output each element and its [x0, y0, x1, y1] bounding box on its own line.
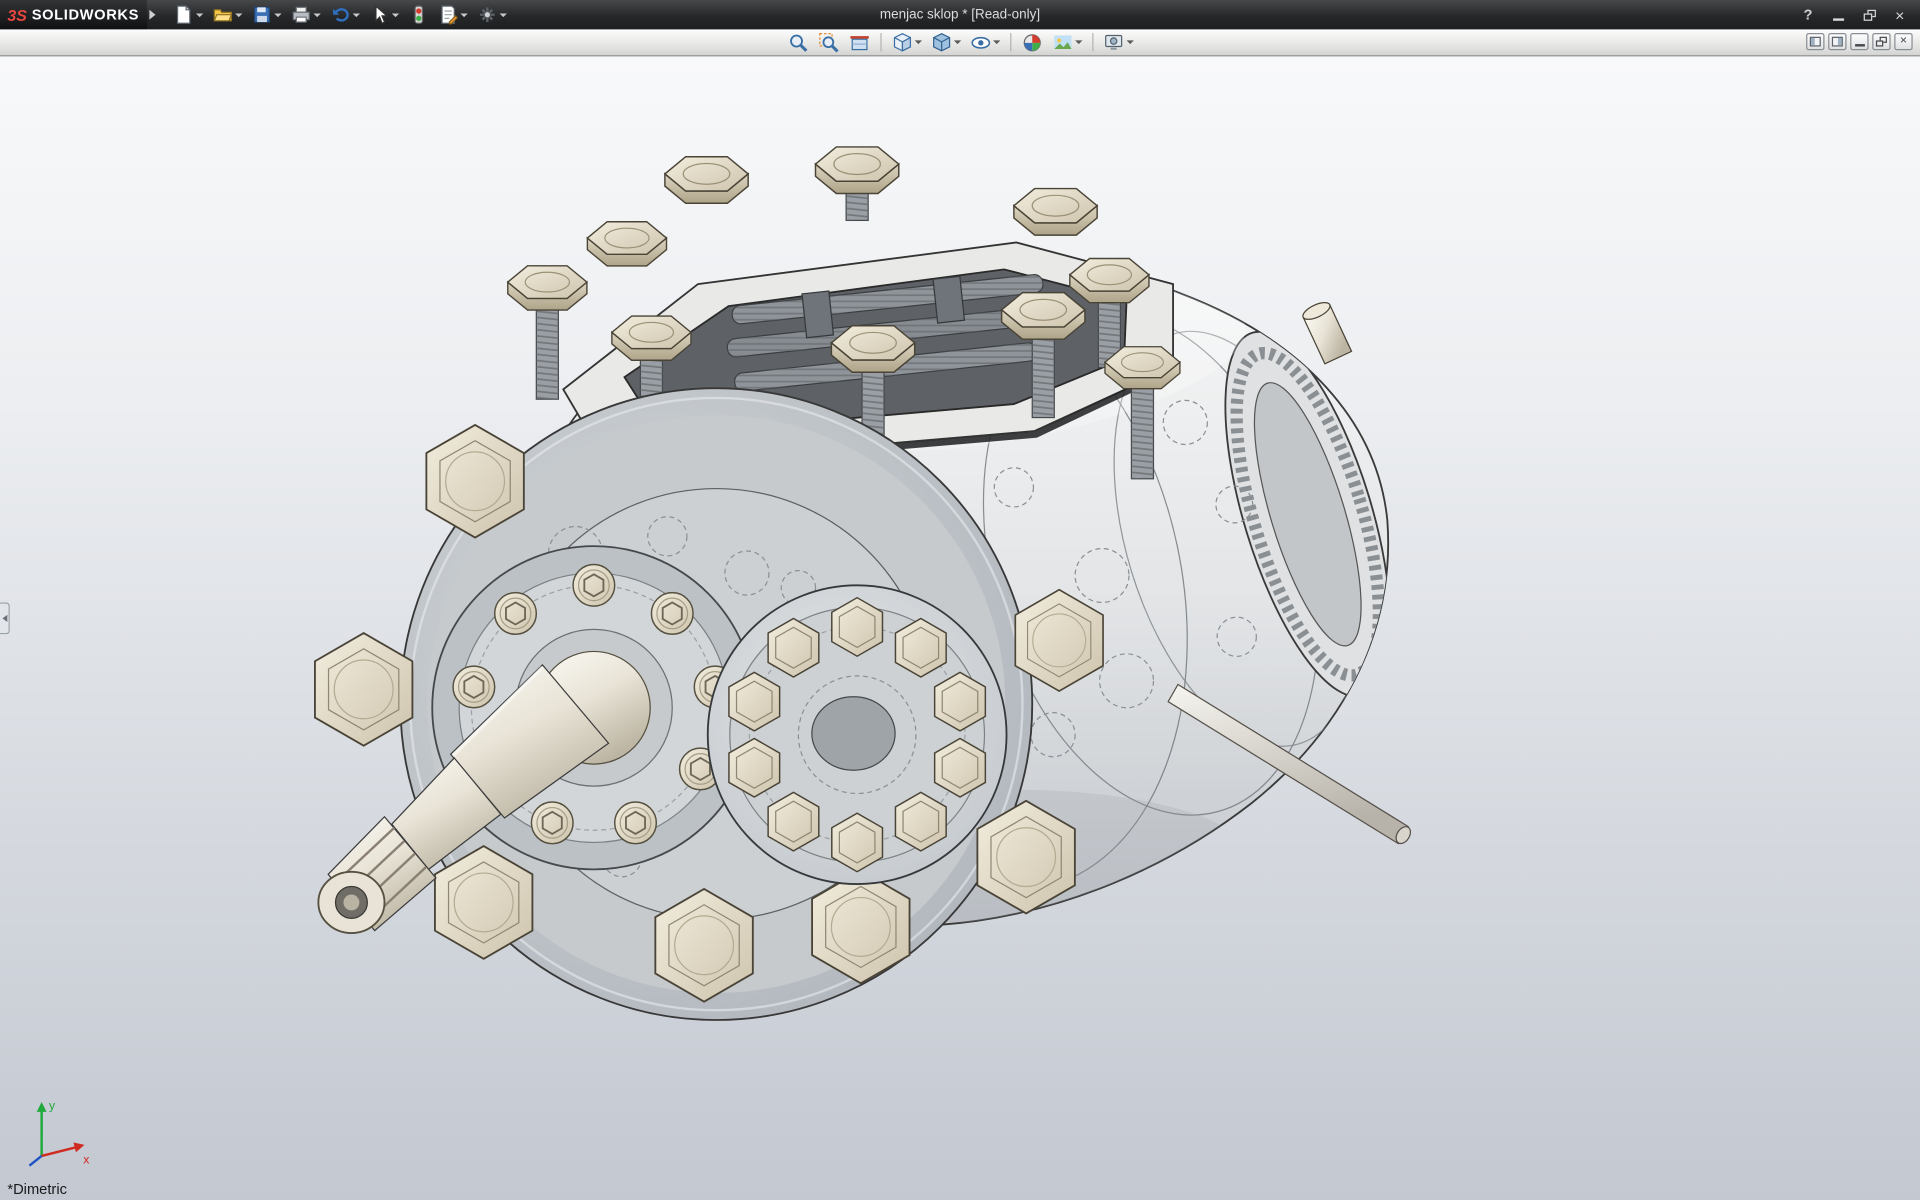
model-canvas[interactable] [0, 56, 1920, 1200]
apply-scene-button[interactable] [1049, 30, 1085, 54]
pane-right-icon [1832, 37, 1843, 47]
new-document-icon [173, 5, 193, 25]
save-icon [252, 5, 272, 25]
chevron-left-icon [2, 615, 7, 622]
document-restore-button[interactable] [1872, 33, 1890, 50]
zoom-to-area-button[interactable] [815, 30, 842, 54]
view-orientation-button[interactable] [888, 30, 924, 54]
toolbar-separator [1010, 33, 1011, 51]
edit-appearance-button[interactable] [1018, 30, 1045, 54]
new-document-button[interactable] [170, 2, 207, 26]
open-button[interactable] [209, 2, 246, 26]
hide-show-items-button[interactable] [967, 30, 1003, 54]
zoom-to-fit-button[interactable] [784, 30, 811, 54]
triad-y-label: y [49, 1098, 56, 1112]
restore-button[interactable] [1856, 5, 1882, 25]
document-minimize-button[interactable] [1850, 33, 1868, 50]
rebuild-traffic-light-icon [408, 5, 428, 25]
file-properties-button[interactable] [434, 2, 471, 26]
view-orientation-cube-icon [891, 31, 913, 53]
dropdown-caret-icon[interactable] [195, 13, 202, 17]
rebuild-button[interactable] [405, 2, 432, 26]
minimize-icon [1854, 44, 1864, 46]
restore-icon [1863, 9, 1875, 20]
menu-expand-chevron-icon[interactable] [149, 10, 155, 20]
app-logo-text: SOLIDWORKS [32, 6, 139, 23]
dropdown-caret-icon[interactable] [992, 40, 999, 44]
select-cursor-icon [369, 5, 389, 25]
app-logo: 3S SOLIDWORKS [0, 0, 146, 29]
edit-appearance-ball-icon [1021, 31, 1043, 53]
dropdown-caret-icon[interactable] [914, 40, 921, 44]
print-icon [291, 5, 311, 25]
dassault-logo-mark: 3S [7, 6, 26, 24]
dropdown-caret-icon[interactable] [352, 13, 359, 17]
minimize-button[interactable] [1826, 5, 1852, 25]
apply-scene-icon [1051, 31, 1073, 53]
select-button[interactable] [366, 2, 403, 26]
dropdown-caret-icon[interactable] [391, 13, 398, 17]
window-title: menjac sklop * [Read-only] [880, 7, 1040, 22]
help-button[interactable]: ? [1795, 5, 1821, 25]
minimize-icon [1833, 18, 1844, 20]
view-settings-icon [1103, 31, 1125, 53]
section-view-icon [848, 31, 870, 53]
output-flange [708, 585, 1007, 884]
save-button[interactable] [248, 2, 285, 26]
dropdown-caret-icon[interactable] [953, 40, 960, 44]
heads-up-toolbar-row: × [0, 29, 1920, 56]
graphics-area[interactable]: y x *Dimetric [0, 56, 1920, 1200]
toolbar-separator [1092, 33, 1093, 51]
zoom-to-fit-icon [787, 31, 809, 53]
dropdown-caret-icon[interactable] [1074, 40, 1081, 44]
dropdown-caret-icon[interactable] [499, 13, 506, 17]
section-view-button[interactable] [846, 30, 873, 54]
window-controls: ? × [1795, 5, 1920, 25]
document-close-button[interactable]: × [1894, 33, 1912, 50]
triad-x-label: x [83, 1152, 89, 1166]
standard-toolbar [170, 2, 510, 26]
titlebar: 3S SOLIDWORKS [0, 0, 1920, 29]
options-gear-icon [477, 5, 497, 25]
display-style-icon [930, 31, 952, 53]
file-properties-icon [438, 5, 458, 25]
print-button[interactable] [287, 2, 324, 26]
dropdown-caret-icon[interactable] [1126, 40, 1133, 44]
toolbar-separator [880, 33, 881, 51]
document-window-controls: × [1806, 33, 1913, 50]
view-orientation-label: *Dimetric [7, 1180, 67, 1197]
dropdown-caret-icon[interactable] [235, 13, 242, 17]
close-button[interactable]: × [1887, 5, 1913, 25]
view-settings-button[interactable] [1100, 30, 1136, 54]
options-button[interactable] [473, 2, 510, 26]
solidworks-window: 3S SOLIDWORKS [0, 0, 1920, 1200]
undo-icon [330, 5, 350, 25]
pane-right-button[interactable] [1828, 33, 1846, 50]
undo-button[interactable] [326, 2, 363, 26]
display-style-button[interactable] [928, 30, 964, 54]
dropdown-caret-icon[interactable] [460, 13, 467, 17]
pane-left-icon [1810, 37, 1821, 47]
open-icon [213, 5, 233, 25]
collapsed-panel-tab[interactable] [0, 602, 10, 634]
dropdown-caret-icon[interactable] [274, 13, 281, 17]
restore-icon [1876, 37, 1887, 47]
reference-triad: y x [15, 1092, 101, 1170]
heads-up-view-toolbar [784, 30, 1135, 54]
zoom-to-area-icon [817, 31, 839, 53]
pane-left-button[interactable] [1806, 33, 1824, 50]
dropdown-caret-icon[interactable] [313, 13, 320, 17]
hide-show-items-eye-icon [969, 31, 991, 53]
